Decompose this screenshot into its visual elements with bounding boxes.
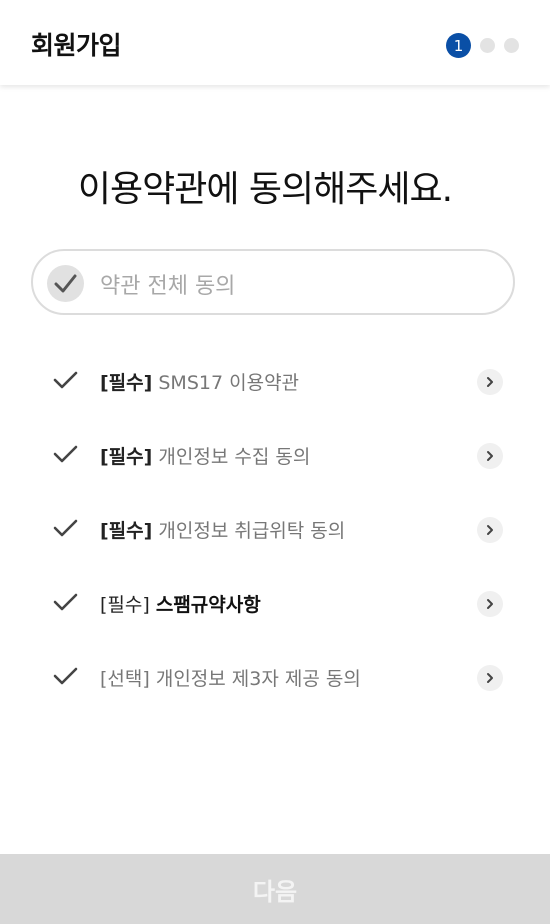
term-name: 개인정보 수집 동의 — [158, 446, 311, 468]
term-name: 개인정보 제3자 제공 동의 — [155, 668, 361, 690]
step-2-indicator — [480, 38, 495, 53]
required-tag: [필수] — [100, 520, 153, 542]
term-name: 스팸규약사항 — [155, 594, 261, 616]
step-indicator: 1 — [446, 33, 519, 58]
agree-all-label: 약관 전체 동의 — [100, 274, 236, 299]
chevron-right-icon — [487, 525, 493, 535]
next-button[interactable]: 다음 — [0, 854, 550, 924]
term-row-sms17[interactable]: [필수] SMS17 이용약관 — [0, 358, 550, 406]
required-tag: [필수] — [100, 594, 150, 616]
chevron-right-icon — [487, 673, 493, 683]
chevron-right-icon — [487, 599, 493, 609]
term-name: SMS17 이용약관 — [158, 372, 300, 394]
check-icon[interactable] — [53, 370, 78, 390]
term-detail-button[interactable] — [477, 665, 503, 691]
chevron-right-icon — [487, 451, 493, 461]
check-icon[interactable] — [53, 666, 78, 686]
headline: 이용약관에 동의해주세요. — [77, 169, 453, 210]
term-name: 개인정보 취급위탁 동의 — [158, 520, 346, 542]
optional-tag: [선택] — [100, 668, 150, 690]
term-row-spam-policy[interactable]: [필수] 스팸규약사항 — [0, 580, 550, 628]
chevron-right-icon — [487, 377, 493, 387]
required-tag: [필수] — [100, 446, 153, 468]
term-detail-button[interactable] — [477, 591, 503, 617]
term-label: [선택] 개인정보 제3자 제공 동의 — [100, 664, 361, 691]
check-icon[interactable] — [53, 518, 78, 538]
term-row-privacy-collection[interactable]: [필수] 개인정보 수집 동의 — [0, 432, 550, 480]
term-label: [필수] 스팸규약사항 — [100, 590, 261, 617]
page-title: 회원가입 — [31, 31, 122, 60]
term-label: [필수] 개인정보 수집 동의 — [100, 442, 310, 469]
term-row-privacy-consignment[interactable]: [필수] 개인정보 취급위탁 동의 — [0, 506, 550, 554]
term-label: [필수] 개인정보 취급위탁 동의 — [100, 516, 345, 543]
app-header: 회원가입 1 — [0, 0, 550, 85]
check-icon — [54, 274, 77, 293]
step-3-indicator — [504, 38, 519, 53]
agree-all-button[interactable]: 약관 전체 동의 — [31, 249, 515, 315]
term-detail-button[interactable] — [477, 443, 503, 469]
term-detail-button[interactable] — [477, 517, 503, 543]
required-tag: [필수] — [100, 372, 153, 394]
term-label: [필수] SMS17 이용약관 — [100, 368, 299, 395]
check-icon[interactable] — [53, 592, 78, 612]
term-detail-button[interactable] — [477, 369, 503, 395]
term-row-third-party[interactable]: [선택] 개인정보 제3자 제공 동의 — [0, 654, 550, 702]
step-1-indicator: 1 — [446, 33, 471, 58]
check-icon[interactable] — [53, 444, 78, 464]
agree-all-checkbox[interactable] — [47, 265, 84, 302]
